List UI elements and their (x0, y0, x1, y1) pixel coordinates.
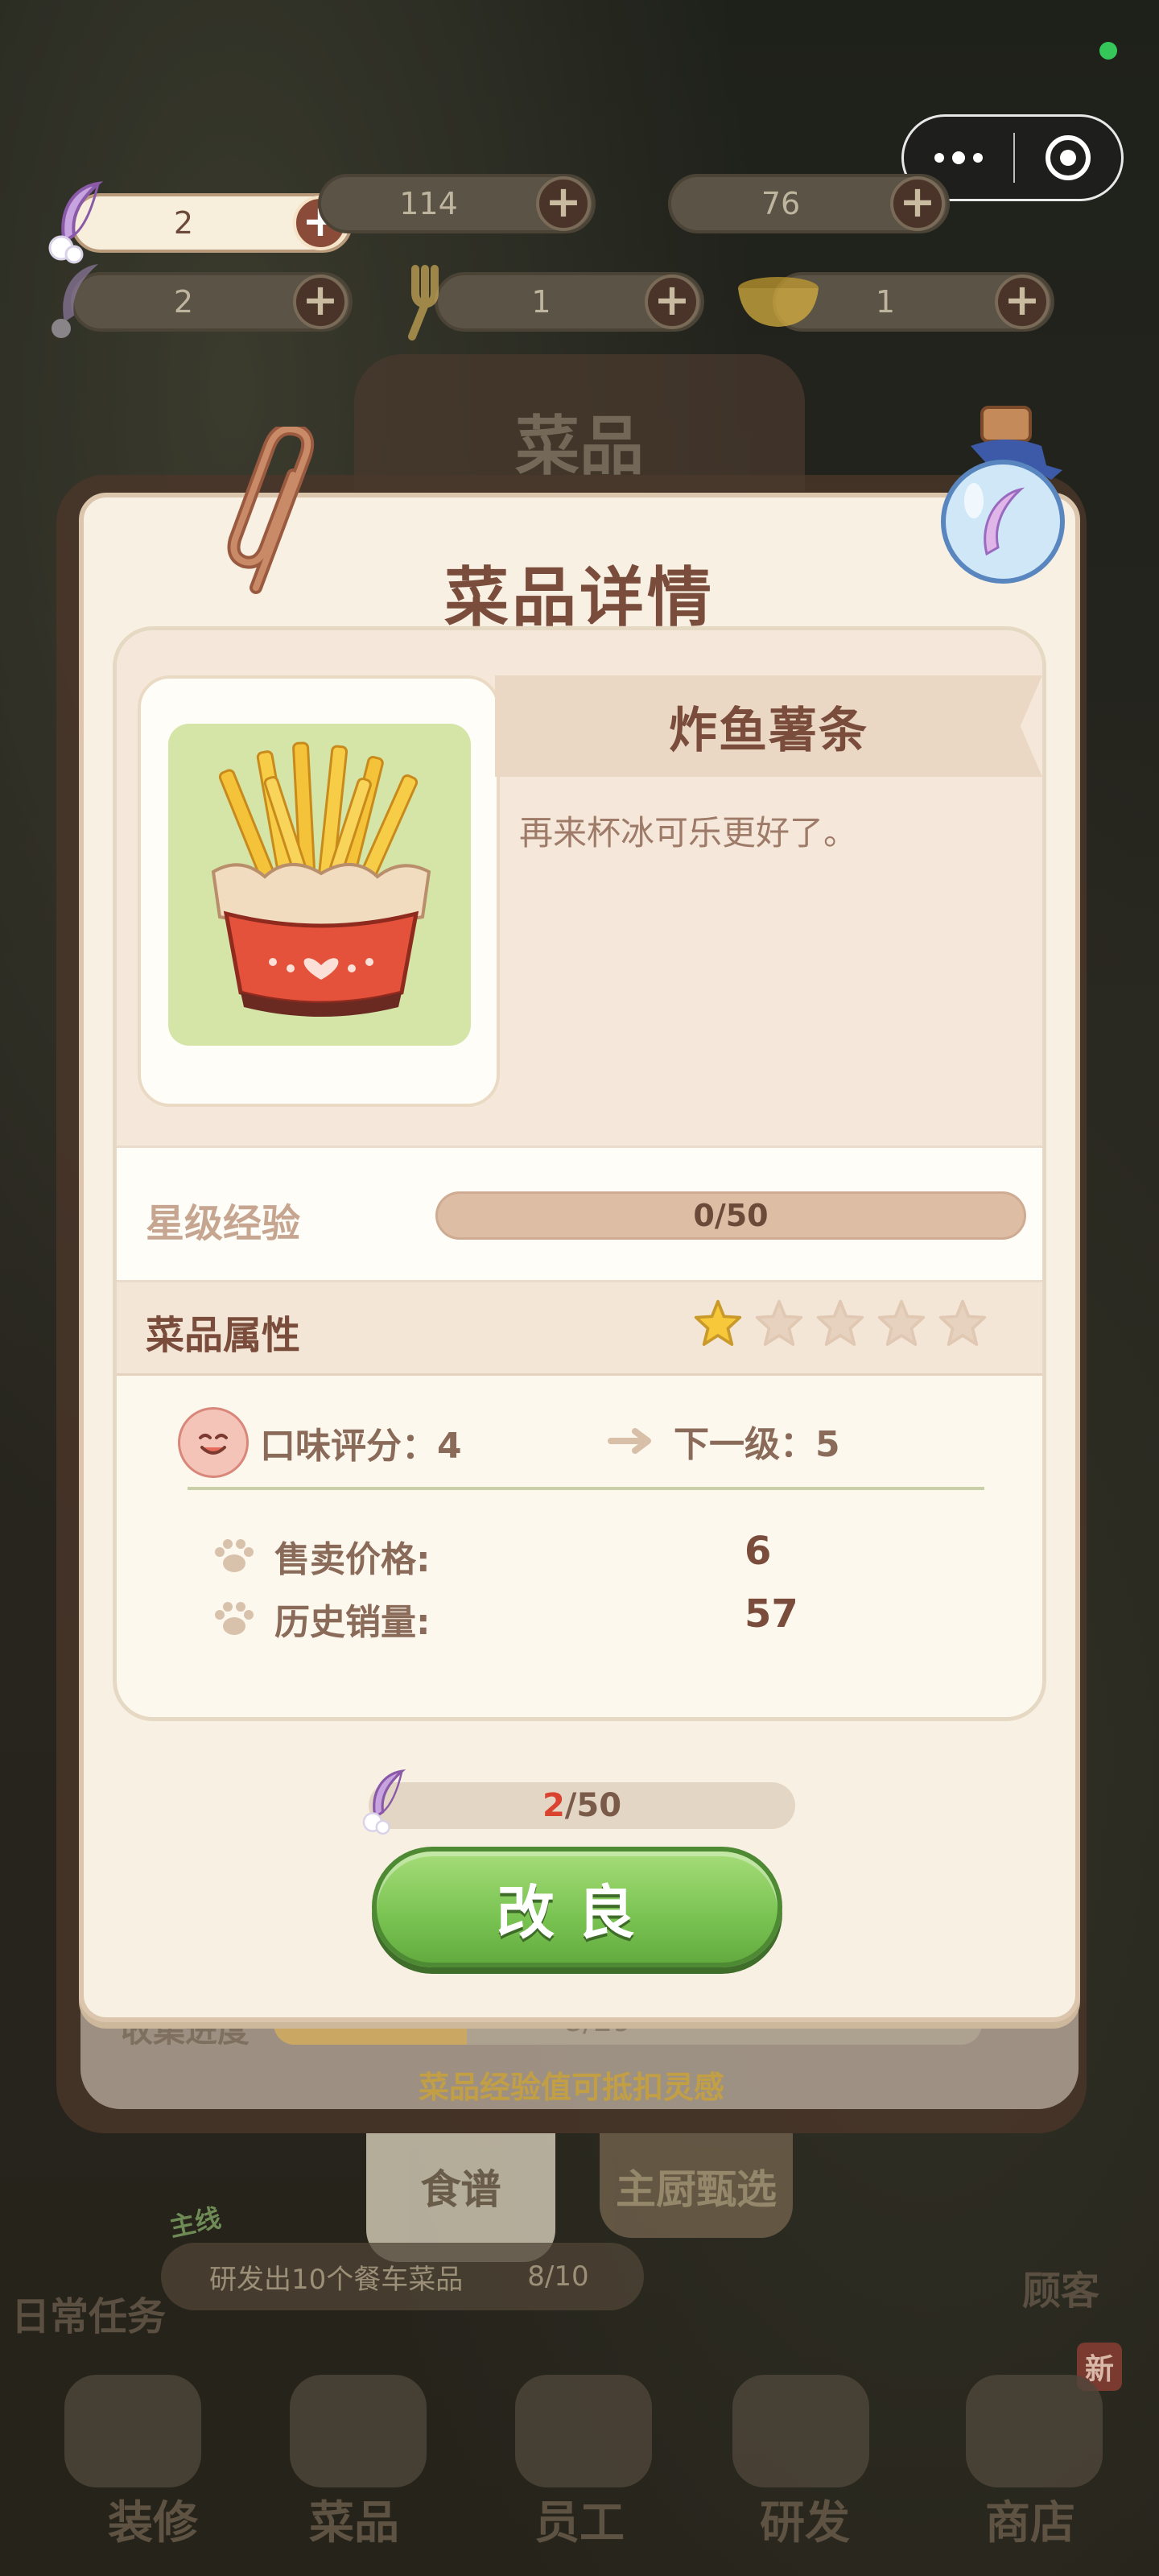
add-coin-button[interactable]: + (536, 176, 591, 231)
price-label: 售卖价格: (274, 1539, 431, 1580)
customers-button[interactable]: 顾客 (1022, 2259, 1099, 2315)
next-level: 下一级：5 (608, 1415, 840, 1467)
star-empty-icon (877, 1299, 926, 1346)
improve-cost-bar: 2/50 (369, 1782, 795, 1829)
nav-decorate[interactable]: 装修 (64, 2487, 241, 2552)
star-exp-row: 星级经验 0/50 (117, 1146, 1042, 1282)
price-value: 6 (744, 1529, 772, 1574)
gem-resource-bar: 76 + (668, 174, 950, 233)
fork-icon (408, 265, 439, 341)
dish-info-section: 炸鱼薯条 再来杯冰可乐更好了。 (117, 630, 1042, 1146)
star-rating (693, 1298, 988, 1348)
staff-icon (515, 2375, 652, 2487)
cost-current: 2 (542, 1787, 565, 1824)
feather-icon-2 (52, 264, 98, 338)
star-filled-icon (694, 1299, 742, 1346)
coin-resource-bar: 114 + (318, 174, 596, 233)
fork-count: 1 (531, 284, 551, 320)
improve-button[interactable]: 改良 (372, 1847, 782, 1967)
dish-attributes-label: 菜品属性 (146, 1313, 301, 1358)
dish-detail-card: 菜品详情 炸鱼薯条 再来杯冰可乐更好了。 星级经验 0/50 菜品属性 口味评分… (79, 493, 1080, 2022)
bowl-icon (738, 277, 819, 327)
nav-shop[interactable]: 商店 (942, 2487, 1119, 2552)
add-bowl-button[interactable]: + (995, 275, 1050, 329)
taste-score-text: 口味评分：4 (260, 1426, 462, 1467)
dish-name: 炸鱼薯条 (495, 675, 1042, 777)
feather-bottle-icon (941, 406, 1065, 584)
quest-progress: 8/10 (527, 2260, 589, 2293)
smile-face-icon (178, 1407, 249, 1478)
gem-count: 76 (761, 186, 801, 221)
sales-label: 历史销量: (274, 1602, 431, 1643)
tab-chef-selection[interactable]: 主厨甄选 (600, 2133, 793, 2238)
main-quest-banner[interactable]: 研发出10个餐车菜品 8/10 (161, 2243, 644, 2310)
decorate-icon (64, 2375, 201, 2487)
star-exp-label: 星级经验 (146, 1201, 301, 1246)
star-exp-value: 0/50 (693, 1198, 769, 1233)
star-empty-icon (755, 1299, 803, 1346)
feather-icon (48, 181, 104, 264)
exp-hint-text: 菜品经验值可抵扣灵感 (419, 2070, 725, 2105)
bottom-navigation: 装修 菜品 员工 研发 商店 (0, 2334, 1159, 2576)
dishes-icon (290, 2375, 427, 2487)
sales-row: 历史销量: (212, 1593, 431, 1645)
dish-image-frame (138, 675, 500, 1107)
dish-attributes-header: 菜品属性 (117, 1282, 1042, 1376)
dish-content-box: 炸鱼薯条 再来杯冰可乐更好了。 星级经验 0/50 菜品属性 口味评分：4 下一… (113, 626, 1046, 1721)
fries-icon (211, 741, 431, 1017)
star-exp-bar: 0/50 (435, 1191, 1026, 1240)
star-empty-icon (938, 1299, 987, 1346)
close-program-button[interactable] (1015, 135, 1121, 180)
daily-tasks-button[interactable]: 日常任务 (11, 2285, 166, 2341)
arrow-right-icon (608, 1428, 651, 1454)
research-icon (732, 2375, 869, 2487)
nav-dishes[interactable]: 菜品 (266, 2487, 443, 2552)
section-divider (188, 1487, 984, 1490)
sales-value: 57 (744, 1591, 798, 1637)
cost-total: /50 (564, 1787, 622, 1824)
add-feather-button-2[interactable]: + (293, 275, 348, 329)
feather-icon (362, 1769, 406, 1835)
paperclip-icon (227, 427, 315, 594)
fork-resource-bar: 1 + (435, 272, 704, 332)
add-gem-button[interactable]: + (890, 176, 945, 231)
dish-description: 再来杯冰可乐更好了。 (519, 813, 858, 852)
paw-icon (215, 1539, 254, 1572)
price-row: 售卖价格: (212, 1530, 431, 1582)
shop-icon (966, 2375, 1103, 2487)
taste-score: 口味评分：4 (178, 1407, 462, 1478)
background-panel-title: 菜品 (354, 354, 805, 491)
nav-staff[interactable]: 员工 (491, 2487, 668, 2552)
paw-icon (215, 1602, 254, 1635)
add-fork-button[interactable]: + (645, 275, 699, 329)
nav-research[interactable]: 研发 (716, 2487, 893, 2552)
quest-text: 研发出10个餐车菜品 (209, 2263, 464, 2296)
coin-count: 114 (399, 186, 458, 221)
next-level-text: 下一级：5 (674, 1424, 840, 1465)
status-indicator (1099, 42, 1117, 60)
star-empty-icon (816, 1299, 864, 1346)
more-menu-button[interactable] (904, 151, 1013, 164)
